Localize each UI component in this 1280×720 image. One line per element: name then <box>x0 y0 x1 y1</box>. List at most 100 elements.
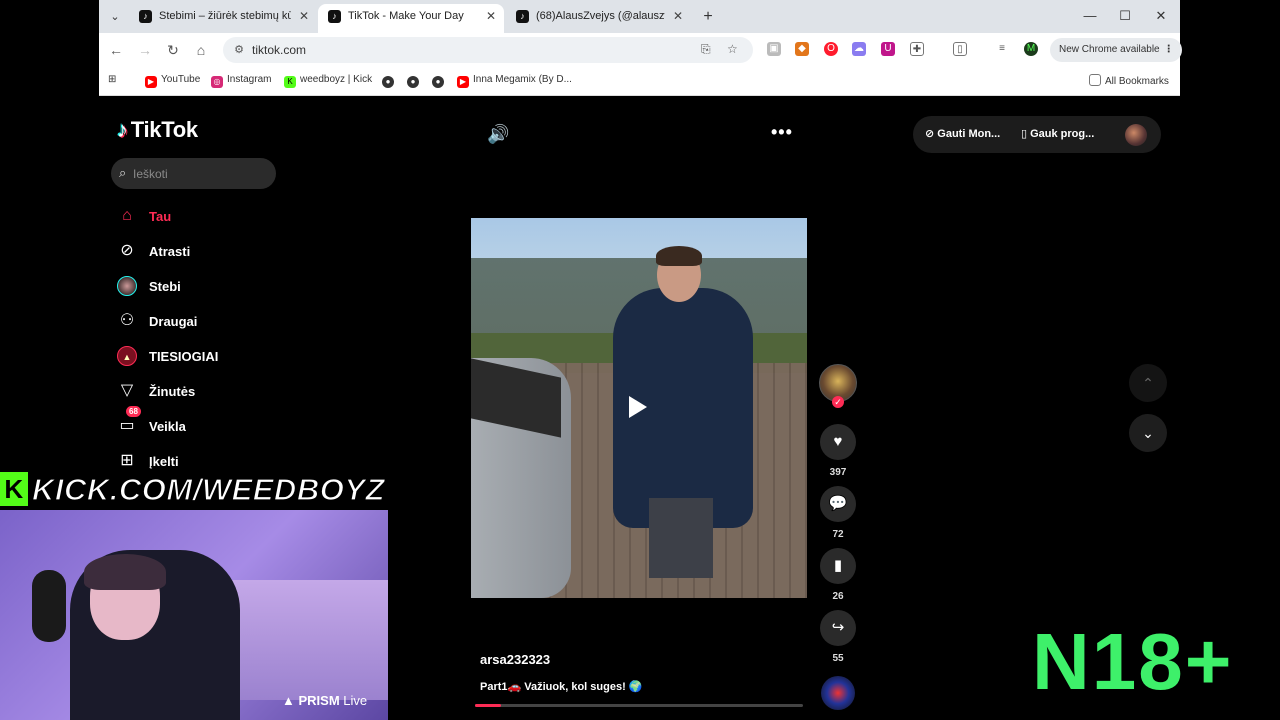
globe-icon: ● <box>382 76 394 88</box>
tiktok-logo[interactable]: ♪ TikTok <box>117 117 198 143</box>
youtube-icon: ▶ <box>145 76 157 88</box>
reading-list-icon[interactable]: ▯ <box>953 42 967 56</box>
bookmark-inna[interactable]: ▶ Inna Megamix (By D... <box>457 74 572 88</box>
sidebar-item-draugai[interactable]: ⚇ Draugai <box>117 309 317 337</box>
sidebar-item-tiesiogiai[interactable]: ▲ TIESIOGIAI <box>117 344 317 372</box>
video-caption: Part1🚗 Važiuok, kol suges! 🌍 <box>480 681 643 693</box>
all-bookmarks[interactable]: All Bookmarks <box>1089 74 1169 87</box>
globe-icon: ● <box>407 76 419 88</box>
live-icon: ▲ <box>117 346 137 366</box>
search-input[interactable]: ⌕ Ieškoti <box>111 158 276 189</box>
sidebar-item-label: Įkelti <box>149 454 179 469</box>
apps-grid-icon[interactable]: ⊞ <box>108 74 116 85</box>
sidebar-item-label: TIESIOGIAI <box>149 349 219 364</box>
chrome-menu-icon[interactable]: ⋮ <box>1164 38 1174 62</box>
sidebar-item-zinutes[interactable]: ▽ Žinutės <box>117 379 317 407</box>
media-control-icon[interactable]: ≡ <box>995 42 1009 56</box>
next-video-button[interactable]: ⌄ <box>1129 414 1167 452</box>
home-icon: ⌂ <box>122 207 132 224</box>
compass-icon: ⊘ <box>120 242 134 259</box>
more-options-icon[interactable]: ••• <box>771 122 793 143</box>
new-tab-button[interactable]: + <box>698 7 718 27</box>
age-rating-label: N18+ <box>1032 617 1234 706</box>
extension-screen-icon[interactable]: ▣ <box>767 42 781 56</box>
close-tab-icon[interactable]: ✕ <box>486 4 496 29</box>
globe-icon: ● <box>432 76 444 88</box>
share-button[interactable]: ↪ <box>820 610 856 646</box>
bookmark-youtube[interactable]: ▶ YouTube <box>145 74 200 88</box>
bookmark-instagram[interactable]: ◎ Instagram <box>211 74 271 88</box>
extension-shield-icon[interactable]: U <box>881 42 895 56</box>
sidebar-item-veikla[interactable]: ▭ 68 Veikla <box>117 406 317 442</box>
url-text[interactable]: tiktok.com <box>252 43 306 57</box>
bookmark-star-icon[interactable]: ☆ <box>727 42 738 56</box>
kick-url-text: KICK.COM/WEEDBOYZ <box>31 471 385 507</box>
video-frame-legs <box>649 498 713 578</box>
opera-icon[interactable]: O <box>824 42 838 56</box>
tab-stebimi[interactable]: ♪ Stebimi – žiūrėk stebimų kūrėjų ✕ <box>129 4 317 33</box>
extensions-puzzle-icon[interactable]: ✚ <box>910 42 924 56</box>
reload-icon[interactable]: ↻ <box>163 40 183 60</box>
search-placeholder: Ieškoti <box>133 167 168 181</box>
forward-icon[interactable]: → <box>135 40 155 60</box>
sidebar-item-atrasti[interactable]: ⊘ Atrasti <box>117 239 317 267</box>
minimize-icon[interactable]: — <box>1080 8 1100 23</box>
back-icon[interactable]: ← <box>106 40 126 60</box>
sidebar-item-label: Stebi <box>149 279 181 294</box>
get-coins-button[interactable]: ⊘ Gauti Mon... <box>925 127 1000 140</box>
activity-icon: ▭ <box>119 417 135 434</box>
tab-title: TikTok - Make Your Day <box>348 10 464 22</box>
play-icon[interactable] <box>629 396 647 418</box>
microphone-icon <box>32 570 66 642</box>
home-icon[interactable]: ⌂ <box>191 40 211 60</box>
follow-plus-icon[interactable]: ✓ <box>832 396 844 408</box>
tab-search-icon[interactable]: ⌄ <box>105 7 125 27</box>
bookmarks-bar: ⊞ ▶ YouTube ◎ Instagram Kweedboyz | Kick ●… <box>99 66 1180 96</box>
sidebar-item-tau[interactable]: ⌂ Tau <box>117 204 317 232</box>
bookmark-globe-3[interactable]: ● <box>432 74 448 88</box>
video-player[interactable] <box>471 218 807 598</box>
profile-avatar-icon[interactable]: M <box>1024 42 1038 56</box>
video-progress-bar[interactable] <box>475 704 803 707</box>
extension-cloud-icon[interactable]: ☁ <box>852 42 866 56</box>
tab-title: (68)AlausZvejys (@alauszvejys) <box>536 10 665 22</box>
new-chrome-button[interactable]: New Chrome available ⋮ <box>1050 38 1182 62</box>
volume-icon[interactable]: 🔊 <box>487 124 509 145</box>
previous-video-button[interactable]: ⌃ <box>1129 364 1167 402</box>
sidebar-item-label: Atrasti <box>149 244 191 259</box>
webcam-hair <box>84 554 166 590</box>
like-button[interactable]: ♥ <box>820 424 856 460</box>
maximize-icon[interactable]: ☐ <box>1115 8 1135 24</box>
new-chrome-label: New Chrome available <box>1059 44 1160 55</box>
tiktok-note-icon: ♪ <box>117 117 128 142</box>
site-info-icon[interactable]: ⚙ <box>231 42 247 58</box>
sidebar-item-stebi[interactable]: ◉ Stebi <box>117 274 317 302</box>
bookmark-kick[interactable]: Kweedboyz | Kick <box>284 74 372 88</box>
bookmark-globe-1[interactable]: ● <box>382 74 398 88</box>
metamask-icon[interactable]: ◆ <box>795 42 809 56</box>
music-disc-icon[interactable] <box>821 676 855 710</box>
comment-button[interactable]: 💬 <box>820 486 856 522</box>
top-actions-pill: ⊘ Gauti Mon... ▯ Gauk prog... <box>913 116 1161 153</box>
bookmark-globe-2[interactable]: ● <box>407 74 423 88</box>
sidebar-item-label: Veikla <box>149 419 186 434</box>
screen: ⌄ ♪ Stebimi – žiūrėk stebimų kūrėjų ✕ ♪ … <box>0 0 1280 720</box>
sidebar-item-label: Tau <box>149 209 172 224</box>
close-window-icon[interactable]: ✕ <box>1151 8 1171 24</box>
install-app-icon[interactable]: ⎘ <box>701 42 711 57</box>
close-tab-icon[interactable]: ✕ <box>299 4 309 29</box>
save-count: 26 <box>832 591 844 602</box>
video-frame-trunk <box>471 358 561 438</box>
tab-alauszvejys[interactable]: ♪ (68)AlausZvejys (@alauszvejys) ✕ <box>506 4 691 33</box>
messages-icon: ▽ <box>120 382 134 399</box>
kick-banner: K KICK.COM/WEEDBOYZ <box>0 471 385 510</box>
address-bar[interactable]: ⚙ tiktok.com ⎘ ☆ <box>223 37 753 63</box>
like-count: 397 <box>829 467 847 478</box>
close-tab-icon[interactable]: ✕ <box>673 4 683 29</box>
save-button[interactable]: ▮ <box>820 548 856 584</box>
video-author[interactable]: arsa232323 <box>480 652 550 667</box>
tab-tiktok[interactable]: ♪ TikTok - Make Your Day ✕ <box>318 4 504 33</box>
user-avatar[interactable] <box>1125 124 1147 146</box>
get-app-button[interactable]: ▯ Gauk prog... <box>1021 127 1094 140</box>
prism-live-watermark: ▲ PRISM Live <box>282 693 368 708</box>
